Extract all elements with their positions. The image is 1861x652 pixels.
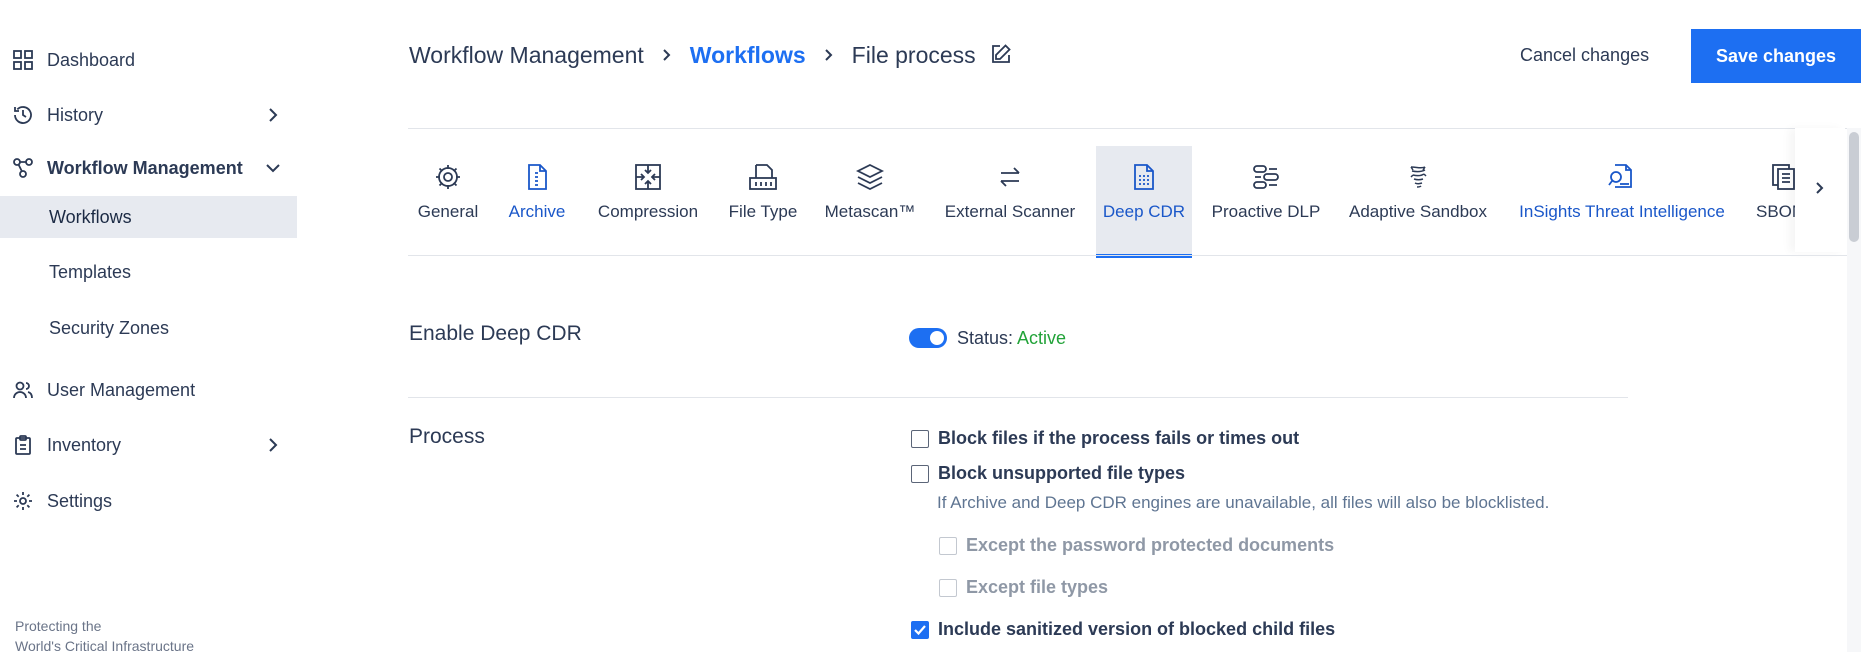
- tab-label: Metascan™: [824, 202, 916, 221]
- sidebar-item-label: Settings: [47, 490, 113, 511]
- option-block-on-fail[interactable]: Block files if the process fails or time…: [911, 428, 1299, 449]
- checkbox[interactable]: [939, 578, 957, 597]
- swap-icon: [993, 160, 1027, 194]
- edit-icon[interactable]: [990, 43, 1014, 67]
- sidebar-item-dashboard[interactable]: Dashboard: [0, 40, 297, 80]
- tab-deep-cdr[interactable]: Deep CDR: [1096, 146, 1192, 258]
- chevron-right-icon[interactable]: [261, 433, 285, 457]
- checkbox[interactable]: [939, 536, 957, 555]
- footer-line: Protecting the: [15, 618, 102, 634]
- sandbox-icon: [1401, 160, 1435, 194]
- tab-label: Archive: [508, 202, 566, 221]
- sidebar-item-label: Inventory: [47, 434, 122, 455]
- status-text: Status: Active: [957, 328, 1066, 349]
- option-label: Include sanitized version of blocked chi…: [938, 619, 1336, 639]
- scrollbar-thumb[interactable]: [1849, 132, 1859, 242]
- grid-icon: [11, 48, 35, 72]
- sidebar-item-settings[interactable]: Settings: [0, 481, 297, 521]
- tab-label: File Type: [728, 202, 798, 221]
- sidebar-subitem-label: Security Zones: [49, 317, 170, 338]
- tab-compression[interactable]: Compression: [592, 146, 704, 256]
- tab-label: Deep CDR: [1102, 202, 1186, 221]
- gear-icon: [11, 489, 35, 513]
- option-label: Except the password protected documents: [966, 535, 1335, 555]
- sidebar-item-label: History: [47, 104, 104, 125]
- tab-general[interactable]: General: [408, 146, 488, 256]
- chevron-right-icon: [1812, 180, 1828, 201]
- tab-file-type[interactable]: File Type: [722, 146, 804, 256]
- sidebar-subitem-security-zones[interactable]: Security Zones: [0, 307, 297, 349]
- threat-intel-icon: [1605, 160, 1639, 194]
- sidebar-item-workflow-management[interactable]: Workflow Management: [0, 148, 297, 188]
- check-icon: [914, 624, 926, 635]
- tab-label: InSights Threat Intelligence: [1519, 202, 1725, 221]
- gear-icon: [431, 160, 465, 194]
- sidebar-subitem-workflows[interactable]: Workflows: [0, 196, 297, 238]
- sidebar-subitem-templates[interactable]: Templates: [0, 251, 297, 293]
- tab-adaptive-sandbox[interactable]: Adaptive Sandbox: [1346, 146, 1490, 256]
- option-block-unsupported[interactable]: Block unsupported file types: [911, 463, 1185, 484]
- layers-icon: [853, 160, 887, 194]
- sidebar-item-label: Workflow Management: [47, 157, 243, 178]
- tabs-scroll-right-button[interactable]: [1795, 128, 1845, 252]
- tab-label: Compression: [597, 202, 699, 221]
- enable-deep-cdr-toggle[interactable]: [909, 328, 947, 348]
- sidebar-item-history[interactable]: History: [0, 95, 297, 135]
- tab-label: Adaptive Sandbox: [1349, 202, 1487, 221]
- status-badge: Active: [1017, 328, 1067, 348]
- sidebar-item-user-management[interactable]: User Management: [0, 370, 297, 410]
- sidebar-item-label: Dashboard: [47, 49, 136, 70]
- option-label: Block unsupported file types: [938, 463, 1186, 483]
- archive-file-icon: [520, 160, 554, 194]
- status-label: Status:: [957, 328, 1014, 348]
- breadcrumb: Workflow Management Workflows File proce…: [409, 40, 1014, 70]
- tab-label: External Scanner: [944, 202, 1076, 221]
- chevron-right-icon: [660, 48, 674, 62]
- tab-archive[interactable]: Archive: [502, 146, 572, 256]
- sidebar: Dashboard History Workflow Management Wo…: [0, 0, 297, 652]
- checkbox-checked[interactable]: [911, 620, 929, 639]
- cancel-changes-button[interactable]: Cancel changes: [1520, 40, 1649, 70]
- section-divider: [408, 397, 1628, 398]
- chevron-right-icon: [822, 48, 836, 62]
- chevron-down-icon[interactable]: [261, 156, 285, 180]
- footer-line: World's Critical Infrastructure: [15, 638, 195, 652]
- option-include-sanitized[interactable]: Include sanitized version of blocked chi…: [911, 619, 1335, 640]
- clipboard-icon: [11, 433, 35, 457]
- file-type-icon: [746, 160, 780, 194]
- save-changes-button[interactable]: Save changes: [1691, 29, 1861, 83]
- sidebar-subitem-label: Templates: [49, 261, 132, 282]
- page-title: File process: [851, 41, 976, 68]
- tabs-divider: [408, 128, 1861, 129]
- option-label: Block files if the process fails or time…: [938, 428, 1300, 448]
- checkbox[interactable]: [911, 464, 929, 483]
- tab-label: Proactive DLP: [1211, 202, 1321, 221]
- option-hint: If Archive and Deep CDR engines are unav…: [937, 493, 1550, 512]
- dlp-icon: [1249, 160, 1283, 194]
- sidebar-subitem-label: Workflows: [49, 206, 132, 227]
- option-except-file-types[interactable]: Except file types: [939, 577, 1108, 598]
- option-label: Except file types: [966, 577, 1109, 597]
- tab-label: General: [417, 202, 479, 221]
- history-icon: [11, 103, 35, 127]
- workflow-icon: [11, 156, 35, 180]
- checkbox[interactable]: [911, 429, 929, 448]
- sidebar-item-label: User Management: [47, 379, 196, 400]
- chevron-right-icon[interactable]: [261, 103, 285, 127]
- option-except-password-protected[interactable]: Except the password protected documents: [939, 535, 1334, 556]
- sidebar-item-inventory[interactable]: Inventory: [0, 425, 297, 465]
- users-icon: [11, 378, 35, 402]
- process-title: Process: [409, 425, 485, 448]
- sidebar-footer: Protecting the World's Critical Infrastr…: [15, 616, 194, 652]
- deep-cdr-icon: [1127, 160, 1161, 194]
- tab-proactive-dlp[interactable]: Proactive DLP: [1210, 146, 1322, 256]
- breadcrumb-workflows[interactable]: Workflows: [690, 42, 806, 69]
- tab-metascan[interactable]: Metascan™: [820, 146, 920, 256]
- tab-insights-threat-intelligence[interactable]: InSights Threat Intelligence: [1510, 146, 1734, 256]
- compression-icon: [631, 160, 665, 194]
- breadcrumb-workflow-management[interactable]: Workflow Management: [409, 42, 644, 69]
- enable-deep-cdr-title: Enable Deep CDR: [409, 322, 582, 345]
- tabs-divider: [408, 255, 1861, 256]
- tab-external-scanner[interactable]: External Scanner: [938, 146, 1082, 256]
